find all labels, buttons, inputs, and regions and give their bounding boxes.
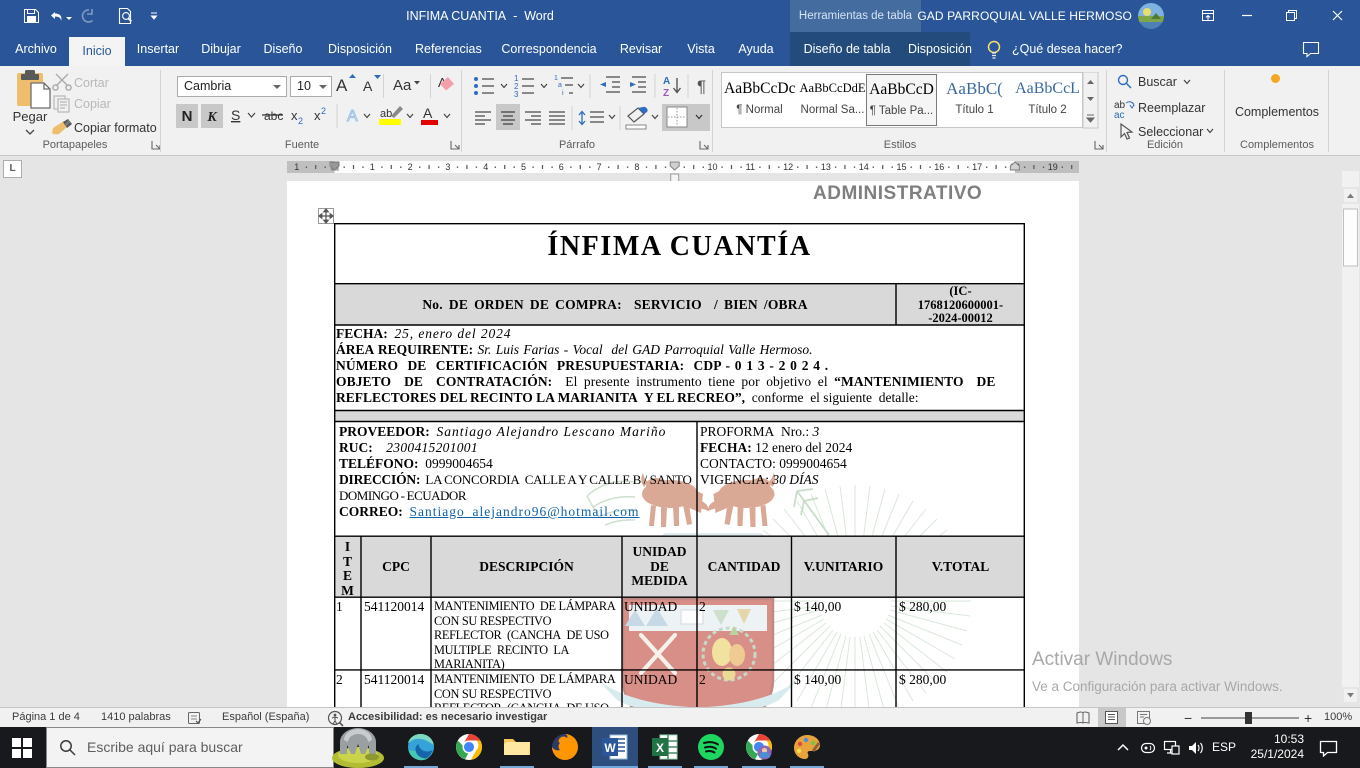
svg-text:X: X bbox=[656, 741, 664, 755]
svg-text:3: 3 bbox=[514, 90, 519, 99]
svg-text:Aa: Aa bbox=[393, 77, 412, 94]
svg-text:i: i bbox=[562, 90, 564, 97]
svg-text:Buscar: Buscar bbox=[1138, 75, 1177, 89]
svg-text:10: 10 bbox=[707, 162, 717, 172]
svg-text:1: 1 bbox=[370, 162, 375, 172]
svg-text:13: 13 bbox=[821, 162, 831, 172]
svg-text:ab: ab bbox=[380, 108, 392, 120]
svg-text:11: 11 bbox=[746, 162, 755, 172]
svg-text:¶: ¶ bbox=[697, 77, 706, 96]
svg-text:W: W bbox=[604, 741, 616, 755]
svg-text:Copiar: Copiar bbox=[74, 97, 111, 111]
svg-text:A: A bbox=[423, 105, 433, 121]
svg-text:A: A bbox=[347, 108, 358, 125]
svg-text:2: 2 bbox=[408, 162, 413, 172]
svg-text:7: 7 bbox=[597, 162, 602, 172]
svg-text:N: N bbox=[182, 108, 193, 125]
svg-text:19: 19 bbox=[1048, 162, 1058, 172]
svg-text:abc: abc bbox=[264, 109, 283, 123]
svg-text:Reemplazar: Reemplazar bbox=[1138, 101, 1205, 115]
svg-text:12: 12 bbox=[783, 162, 793, 172]
svg-text:A: A bbox=[363, 78, 373, 94]
svg-text:4: 4 bbox=[483, 162, 488, 172]
svg-text:Copiar formato: Copiar formato bbox=[74, 121, 157, 135]
svg-text:16: 16 bbox=[934, 162, 944, 172]
svg-text:Pegar: Pegar bbox=[13, 109, 48, 124]
svg-text:2: 2 bbox=[298, 116, 303, 126]
svg-text:A: A bbox=[336, 76, 348, 95]
svg-text:A: A bbox=[663, 76, 670, 87]
svg-text:14: 14 bbox=[859, 162, 869, 172]
svg-text:15: 15 bbox=[896, 162, 906, 172]
svg-text:5: 5 bbox=[521, 162, 526, 172]
svg-text:K: K bbox=[206, 110, 218, 125]
svg-text:2: 2 bbox=[321, 106, 326, 116]
svg-text:1: 1 bbox=[294, 162, 299, 172]
svg-text:17: 17 bbox=[972, 162, 982, 172]
svg-text:8: 8 bbox=[634, 162, 639, 172]
svg-text:3: 3 bbox=[445, 162, 450, 172]
svg-text:ac: ac bbox=[1114, 110, 1125, 121]
svg-text:Seleccionar: Seleccionar bbox=[1138, 125, 1203, 139]
svg-text:x: x bbox=[314, 108, 321, 123]
svg-text:Z: Z bbox=[663, 88, 669, 99]
svg-text:6: 6 bbox=[559, 162, 564, 172]
svg-text:1: 1 bbox=[554, 75, 558, 82]
svg-text:Cortar: Cortar bbox=[74, 76, 109, 90]
svg-text:S: S bbox=[231, 107, 240, 123]
svg-text:a: a bbox=[558, 82, 562, 89]
svg-text:x: x bbox=[291, 108, 298, 123]
